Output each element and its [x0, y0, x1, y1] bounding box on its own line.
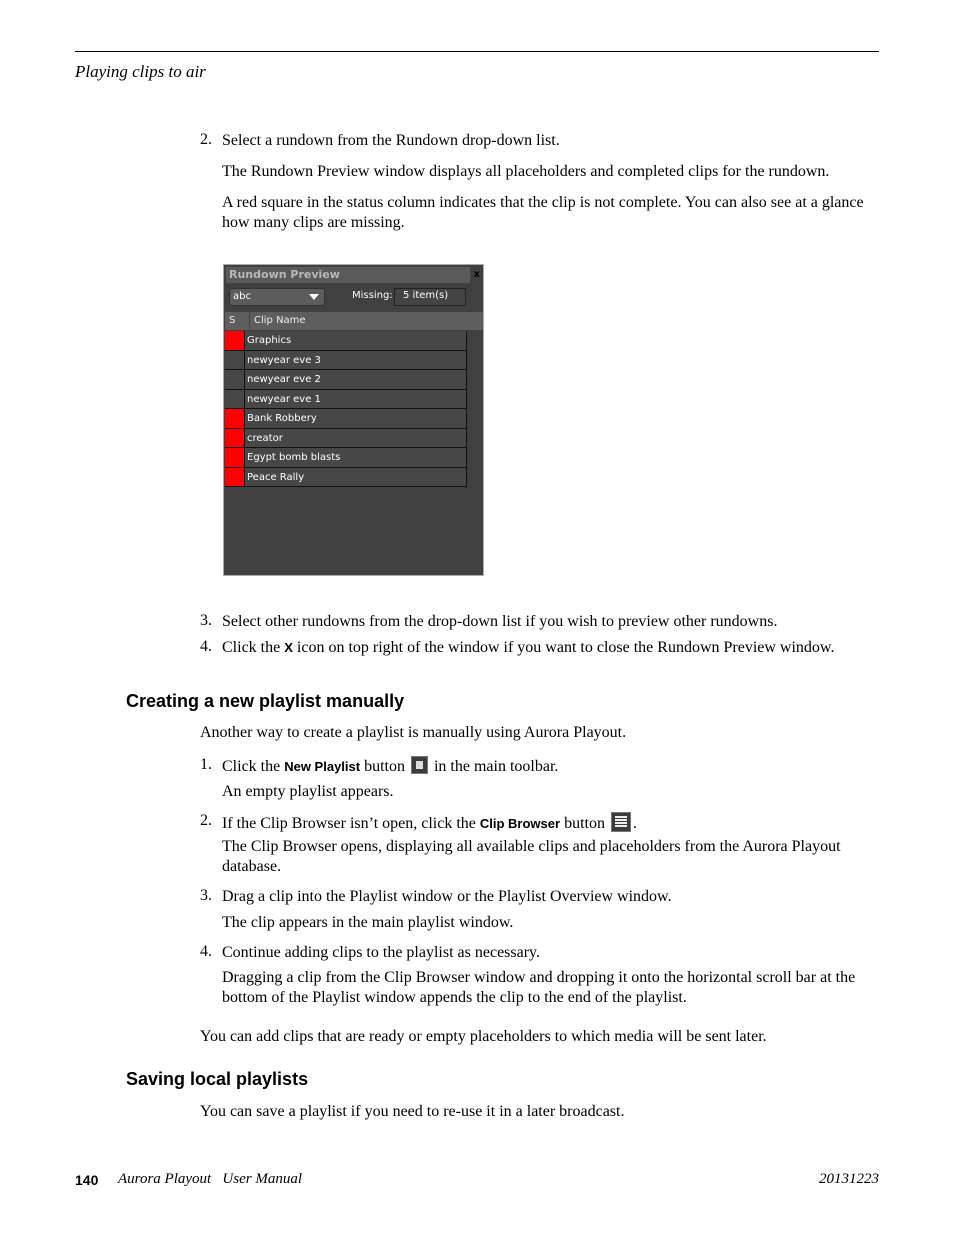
- clip-list: Graphics newyear eve 3 newyear eve 2 newyea…: [225, 331, 467, 487]
- section-intro: You can save a playlist if you need to r…: [200, 1103, 625, 1120]
- step-number: 2.: [200, 812, 212, 829]
- table-row[interactable]: Peace Rally: [225, 467, 467, 487]
- table-row[interactable]: creator: [225, 428, 467, 448]
- step-4-text: Click the X icon on top right of the win…: [222, 638, 882, 658]
- status-indicator: [225, 370, 245, 389]
- step-4-note: Dragging a clip from the Clip Browser wi…: [222, 969, 856, 1006]
- rundown-preview-window: Rundown Preview x abc Missing: 5 item(s)…: [223, 264, 484, 576]
- footer-title: Aurora Playout User Manual: [118, 1171, 303, 1187]
- header-rule: [75, 51, 879, 52]
- status-indicator: [225, 350, 245, 369]
- step-2-note: The Clip Browser opens, displaying all a…: [222, 838, 841, 875]
- table-header: S Clip Name: [225, 312, 483, 330]
- list-border: [466, 331, 467, 488]
- page-number: 140: [75, 1172, 99, 1188]
- table-row[interactable]: newyear eve 1: [225, 389, 467, 409]
- step-1-note: An empty playlist appears.: [222, 783, 394, 800]
- running-head: Playing clips to air: [75, 62, 206, 81]
- red-square-note: A red square in the status column indica…: [222, 194, 864, 231]
- clip-name: newyear eve 3: [247, 354, 321, 366]
- missing-label: Missing:: [352, 290, 393, 301]
- clip-name: creator: [247, 432, 283, 444]
- window-title: Rundown Preview: [226, 267, 470, 283]
- text: .: [632, 815, 637, 832]
- step-1-text: Click the New Playlist button in the mai…: [222, 756, 882, 777]
- close-icon[interactable]: x: [474, 269, 480, 280]
- column-header-clip-name[interactable]: Clip Name: [249, 312, 306, 330]
- table-row[interactable]: newyear eve 2: [225, 370, 467, 390]
- clip-name: Peace Rally: [247, 471, 305, 483]
- chevron-down-icon: [309, 294, 319, 300]
- clip-name: Bank Robbery: [247, 413, 317, 424]
- rundown-dropdown-value: abc: [233, 291, 251, 302]
- rundown-preview-description: The Rundown Preview window displays all …: [222, 163, 830, 180]
- ui-term: New Playlist: [284, 759, 361, 774]
- text: icon on top right of the window if you w…: [292, 639, 835, 656]
- table-row[interactable]: Bank Robbery: [225, 409, 467, 429]
- column-header-status[interactable]: S: [229, 312, 235, 330]
- step-number: 1.: [200, 756, 212, 773]
- step-3-text: Select other rundowns from the drop-down…: [222, 613, 778, 630]
- step-number: 2.: [200, 131, 212, 148]
- footer-date: 20131223: [819, 1171, 879, 1187]
- step-number: 3.: [200, 612, 212, 629]
- step-2-text: If the Clip Browser isn’t open, click th…: [222, 812, 882, 834]
- clip-name: newyear eve 1: [247, 393, 321, 405]
- text: button: [560, 815, 609, 832]
- clip-name: Egypt bomb blasts: [247, 452, 341, 463]
- clip-browser-icon: [610, 812, 631, 832]
- text: Click the: [222, 639, 285, 656]
- section-intro: Another way to create a playlist is manu…: [200, 724, 627, 741]
- status-missing-indicator: [225, 428, 245, 447]
- text: button: [360, 758, 409, 775]
- ui-term: Clip Browser: [479, 816, 561, 831]
- table-row[interactable]: Egypt bomb blasts: [225, 448, 467, 468]
- clip-name: newyear eve 2: [247, 374, 321, 385]
- status-missing-indicator: [225, 467, 245, 486]
- status-missing-indicator: [225, 448, 245, 467]
- new-playlist-icon: [410, 756, 428, 774]
- step-4-text: Continue adding clips to the playlist as…: [222, 944, 541, 961]
- status-missing-indicator: [225, 409, 245, 428]
- text: Click the: [222, 758, 285, 775]
- step-3-text: Drag a clip into the Playlist window or …: [222, 888, 672, 905]
- ui-term: X: [284, 640, 293, 655]
- status-missing-indicator: [225, 331, 245, 350]
- missing-count-field: 5 item(s): [394, 288, 466, 306]
- step-number: 4.: [200, 943, 212, 960]
- section-outro: You can add clips that are ready or empt…: [200, 1028, 767, 1045]
- section-heading: Creating a new playlist manually: [126, 691, 405, 711]
- table-row[interactable]: newyear eve 3: [225, 350, 467, 370]
- step-number: 3.: [200, 887, 212, 904]
- step-number: 4.: [200, 638, 212, 655]
- status-indicator: [225, 389, 245, 408]
- text: If the Clip Browser isn’t open, click th…: [222, 815, 480, 832]
- step-2-text: Select a rundown from the Rundown drop-d…: [222, 132, 560, 149]
- text: in the main toolbar.: [429, 758, 559, 775]
- section-heading: Saving local playlists: [126, 1069, 309, 1089]
- clip-name: Graphics: [247, 335, 292, 346]
- rundown-dropdown[interactable]: abc: [229, 288, 325, 306]
- table-row[interactable]: Graphics: [225, 331, 467, 351]
- step-3-note: The clip appears in the main playlist wi…: [222, 914, 514, 931]
